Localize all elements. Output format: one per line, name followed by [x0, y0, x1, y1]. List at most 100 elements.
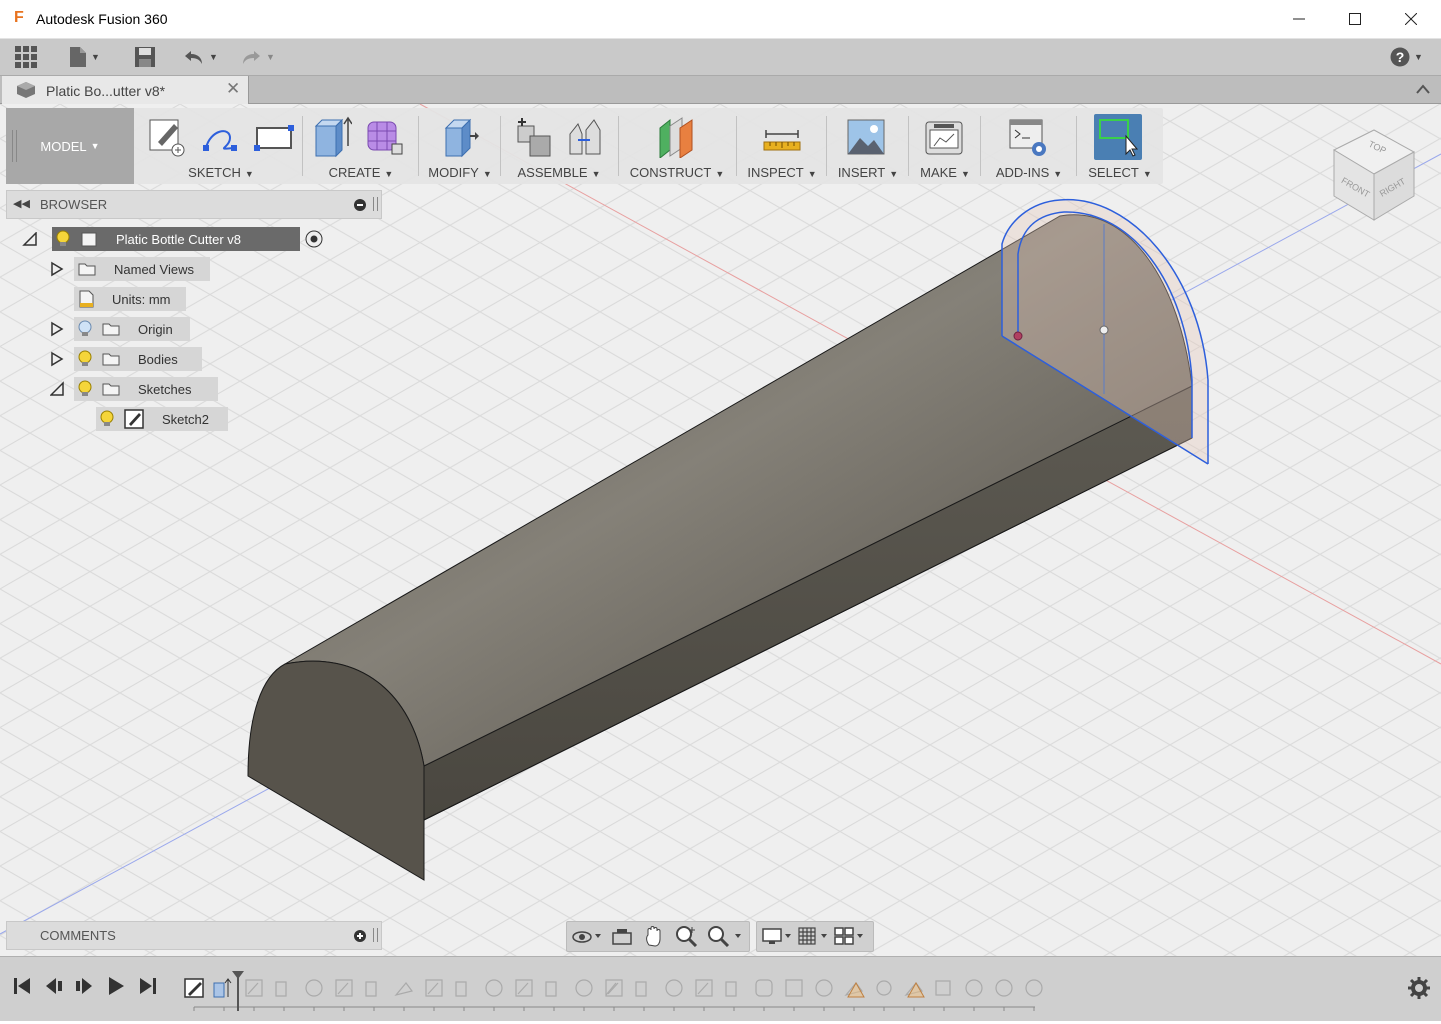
minus-circle-icon[interactable] [354, 199, 366, 211]
3d-print-icon[interactable] [924, 116, 964, 158]
lightbulb-icon[interactable] [78, 380, 92, 398]
inspect-group[interactable]: INSPECT ▼ [740, 108, 824, 184]
timeline-marker[interactable] [232, 971, 244, 1011]
minimize-button[interactable] [1271, 0, 1327, 38]
browser-panel-header[interactable]: ◀◀ BROWSER [6, 190, 382, 219]
units-label: Units: mm [112, 291, 171, 307]
offset-plane-icon[interactable] [656, 116, 696, 158]
collapsed-triangle-icon[interactable] [50, 321, 64, 337]
lightbulb-icon[interactable] [78, 350, 92, 368]
origin-node[interactable]: Origin [74, 317, 190, 341]
undo-button[interactable]: ▼ [183, 44, 218, 70]
close-button[interactable] [1383, 0, 1439, 38]
create-group[interactable]: CREATE ▼ [306, 108, 416, 184]
extrude-icon[interactable] [312, 116, 352, 158]
select-group[interactable]: SELECT ▼ [1080, 108, 1160, 184]
measure-icon[interactable] [762, 116, 802, 158]
expanded-triangle-icon[interactable] [22, 232, 38, 246]
root-component[interactable]: Platic Bottle Cutter v8 [52, 227, 300, 251]
select-icon[interactable] [1098, 116, 1138, 158]
pan-icon[interactable] [643, 925, 665, 947]
tree-item-origin[interactable]: Origin [50, 316, 190, 342]
tree-item-units[interactable]: Units: mm [74, 286, 186, 312]
tree-item-sketch2[interactable]: Sketch2 [96, 406, 228, 432]
bodies-node[interactable]: Bodies [74, 347, 202, 371]
file-menu-button[interactable]: ▼ [69, 44, 100, 70]
tree-root-row[interactable]: Platic Bottle Cutter v8 [22, 226, 324, 252]
sketches-node[interactable]: Sketches [74, 377, 218, 401]
redo-icon [243, 51, 260, 64]
tree-item-bodies[interactable]: Bodies [50, 346, 202, 372]
quick-access-bar: ▼ ▼ ▼ ? ▼ [0, 39, 1441, 76]
rectangle-icon[interactable] [254, 116, 294, 158]
assemble-group[interactable]: ASSEMBLE ▼ [504, 108, 614, 184]
panel-grip[interactable] [373, 197, 378, 211]
joint-icon[interactable] [566, 116, 606, 158]
modify-group[interactable]: MODIFY ▼ [422, 108, 498, 184]
lightbulb-off-icon[interactable] [78, 320, 92, 338]
insert-group[interactable]: INSERT ▼ [830, 108, 906, 184]
document-tab[interactable]: Platic Bo...utter v8* ✕ [2, 76, 249, 104]
maximize-button[interactable] [1327, 0, 1383, 38]
units-node[interactable]: Units: mm [74, 287, 186, 311]
viewcube[interactable]: TOP FRONT RIGHT [1326, 122, 1422, 226]
activate-radio-icon[interactable] [304, 229, 324, 249]
display-settings-icon[interactable] [761, 926, 793, 946]
plus-circle-icon[interactable] [354, 930, 366, 942]
comments-panel-header[interactable]: COMMENTS [6, 921, 382, 950]
grid-settings-icon[interactable] [797, 926, 829, 946]
timeline-features [184, 971, 1043, 1011]
scripts-icon[interactable] [1008, 116, 1048, 158]
lightbulb-icon[interactable] [56, 230, 70, 248]
expanded-triangle-icon[interactable] [50, 381, 64, 397]
timeline-extrude-feature[interactable] [213, 978, 232, 998]
timeline-sketch-feature[interactable] [184, 978, 204, 998]
collapsed-triangle-icon[interactable] [50, 261, 64, 277]
viewports-icon[interactable] [833, 926, 865, 946]
press-pull-icon[interactable] [440, 116, 480, 158]
tree-item-sketches[interactable]: Sketches [50, 376, 218, 402]
timeline-track[interactable] [180, 957, 1060, 1021]
help-button[interactable]: ? ▼ [1390, 44, 1423, 70]
insert-image-icon[interactable] [846, 116, 886, 158]
tree-item-named-views[interactable]: Named Views [50, 256, 210, 282]
spline-icon[interactable] [200, 116, 240, 158]
sketch-group[interactable]: SKETCH ▼ [140, 108, 302, 184]
close-tab-icon[interactable]: ✕ [226, 79, 240, 99]
go-start-icon[interactable] [12, 975, 32, 997]
collapse-up-icon[interactable] [1416, 84, 1430, 94]
folder-icon [102, 383, 120, 396]
save-button[interactable] [134, 44, 156, 70]
zoom-icon[interactable] [675, 925, 699, 947]
new-component-icon[interactable] [514, 116, 554, 158]
zoom-window-icon[interactable] [707, 925, 743, 947]
data-panel-button[interactable] [15, 44, 37, 70]
step-forward-icon[interactable] [74, 975, 94, 997]
orbit-icon[interactable] [571, 926, 603, 946]
assemble-group-label: ASSEMBLE [517, 165, 588, 180]
create-sketch-icon[interactable] [146, 116, 186, 158]
collapsed-triangle-icon[interactable] [50, 351, 64, 367]
redo-button[interactable]: ▼ [240, 44, 275, 70]
svg-text:?: ? [1396, 49, 1405, 65]
add-ins-group[interactable]: ADD-INS ▼ [984, 108, 1074, 184]
toolbar-grip [12, 130, 17, 162]
title-bar: F Autodesk Fusion 360 [0, 0, 1441, 39]
help-icon: ? [1390, 47, 1410, 67]
form-icon[interactable] [364, 116, 404, 158]
make-group[interactable]: MAKE ▼ [912, 108, 978, 184]
step-back-icon[interactable] [44, 975, 64, 997]
play-icon[interactable] [106, 975, 126, 997]
look-at-icon[interactable] [611, 926, 633, 946]
construct-group[interactable]: CONSTRUCT ▼ [622, 108, 732, 184]
lightbulb-icon[interactable] [100, 410, 114, 428]
gear-icon[interactable] [1408, 977, 1430, 999]
fusion-app-icon: F [14, 9, 24, 26]
sketch2-node[interactable]: Sketch2 [96, 407, 228, 431]
workspace-switcher[interactable]: MODEL ▼ [6, 108, 134, 184]
named-views-node[interactable]: Named Views [74, 257, 210, 281]
collapse-browser-icon[interactable]: ◀◀ [13, 197, 30, 210]
go-end-icon[interactable] [138, 975, 158, 997]
panel-grip[interactable] [373, 928, 378, 942]
sketch-group-label: SKETCH [188, 165, 241, 180]
